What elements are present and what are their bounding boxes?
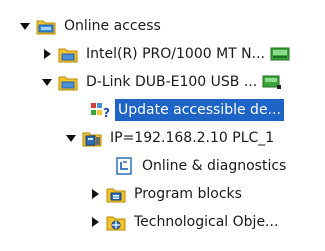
diagnostics-icon [114, 157, 134, 175]
technology-objects-folder-icon [106, 213, 126, 231]
project-tree: Online access Intel(R) PRO/1000 MT N... [0, 0, 325, 251]
expand-toggle[interactable] [40, 47, 54, 61]
network-adapter-icon [58, 45, 78, 63]
tree-item-label: Online access [64, 18, 161, 34]
tree-item-update-accessible-devices[interactable]: ? Update accessible de... [0, 96, 325, 124]
tree-item-label: Intel(R) PRO/1000 MT N... [86, 46, 265, 62]
tree-item-online-access[interactable]: Online access [0, 12, 325, 40]
tree-item-online-diagnostics[interactable]: Online & diagnostics [0, 152, 325, 180]
collapse-toggle[interactable] [40, 75, 54, 89]
online-access-folder-icon [36, 17, 56, 35]
network-adapter-icon [58, 73, 78, 91]
tree-item-label: Online & diagnostics [142, 158, 287, 174]
adapter-connected-icon [270, 46, 290, 62]
expand-toggle[interactable] [88, 187, 102, 201]
collapse-toggle[interactable] [64, 131, 78, 145]
expand-toggle[interactable] [88, 215, 102, 229]
tree-item-label: Program blocks [134, 186, 242, 202]
plc-device-icon [82, 129, 102, 147]
tree-item-program-blocks[interactable]: Program blocks [0, 180, 325, 208]
tree-item-label: Update accessible de... [115, 99, 284, 121]
tree-item-label: Technological Obje... [134, 214, 279, 230]
program-blocks-folder-icon [106, 185, 126, 203]
svg-text:?: ? [103, 106, 110, 119]
tree-item-dlink-adapter[interactable]: D-Link DUB-E100 USB ... [0, 68, 325, 96]
collapse-toggle[interactable] [18, 19, 32, 33]
tree-item-label: D-Link DUB-E100 USB ... [86, 74, 258, 90]
tree-item-plc[interactable]: IP=192.168.2.10 PLC_1 [0, 124, 325, 152]
tree-item-label: IP=192.168.2.10 PLC_1 [110, 130, 275, 146]
tree-item-intel-adapter[interactable]: Intel(R) PRO/1000 MT N... [0, 40, 325, 68]
update-devices-icon: ? [90, 101, 110, 119]
adapter-connected-icon [262, 74, 282, 90]
tree-item-technological-objects[interactable]: Technological Obje... [0, 208, 325, 236]
